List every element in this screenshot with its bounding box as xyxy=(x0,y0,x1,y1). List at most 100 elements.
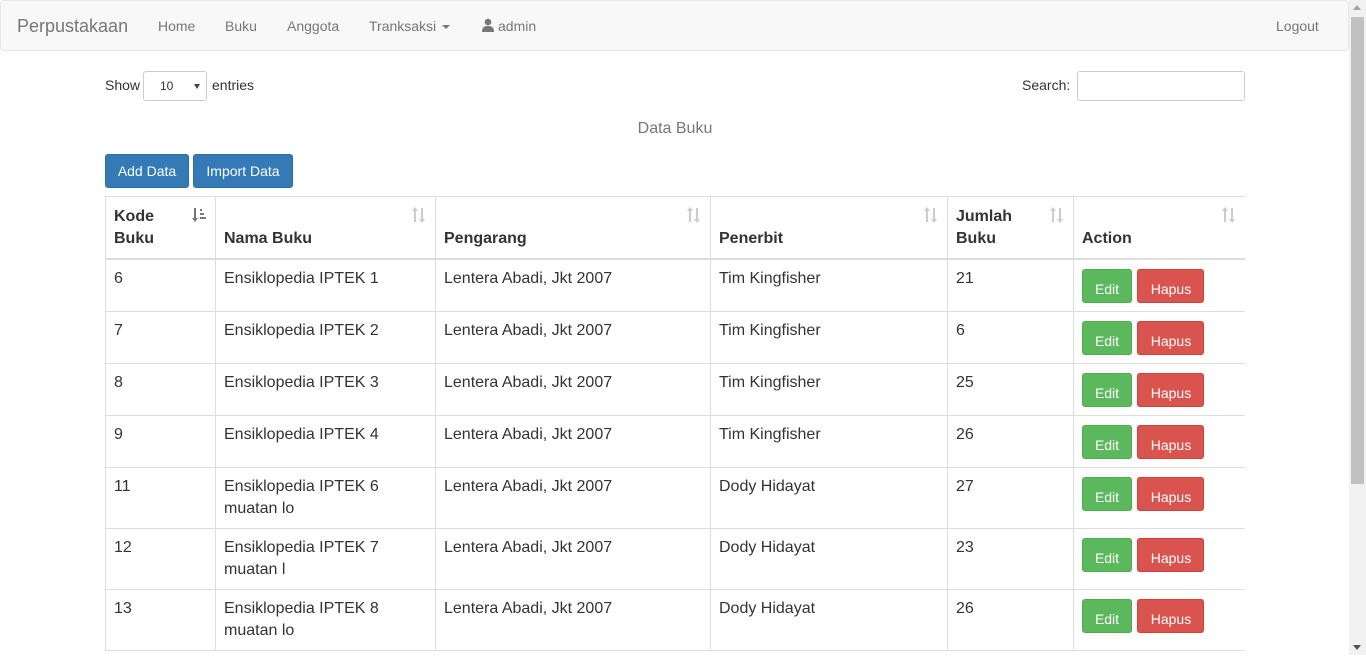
cell-pengarang: Lentera Abadi, Jkt 2007 xyxy=(435,414,711,468)
table-header-row: Kode Buku Nama Buku Pengarang Penerbit J… xyxy=(105,196,1245,260)
th-nama-buku[interactable]: Nama Buku xyxy=(215,196,436,260)
cell-kode: 8 xyxy=(105,362,216,416)
search-label: Search: xyxy=(1022,77,1071,93)
scroll-thumb[interactable] xyxy=(1351,17,1364,484)
cell-jumlah: 25 xyxy=(947,362,1074,416)
cell-nama: Ensiklopedia IPTEK 2 xyxy=(215,310,436,364)
cell-penerbit: Tim Kingfisher xyxy=(710,362,948,416)
entries-label: entries xyxy=(212,77,255,93)
edit-button[interactable]: Edit xyxy=(1082,320,1132,355)
sort-both-icon xyxy=(1050,207,1063,223)
th-jumlah-buku[interactable]: Jumlah Buku xyxy=(947,196,1074,260)
delete-button[interactable]: Hapus xyxy=(1137,320,1205,355)
table-row: 6 Ensiklopedia IPTEK 1 Lentera Abadi, Jkt … xyxy=(105,258,1245,312)
nav-user-label: admin xyxy=(498,18,537,34)
data-table-wrapper: Kode Buku Nama Buku Pengarang Penerbit J… xyxy=(105,196,1245,666)
cell-penerbit: Dody Hidayat xyxy=(710,527,948,590)
cell-action: Edit Hapus xyxy=(1073,588,1245,651)
search-input[interactable] xyxy=(1077,71,1245,101)
edit-button[interactable]: Edit xyxy=(1082,598,1132,633)
cell-pengarang: Lentera Abadi, Jkt 2007 xyxy=(435,258,711,312)
sort-asc-icon xyxy=(192,208,206,222)
scroll-up-arrow-icon[interactable] xyxy=(1353,5,1361,10)
cell-penerbit: Tim Kingfisher xyxy=(710,258,948,312)
cell-action: Edit Hapus xyxy=(1073,466,1245,529)
page-size-value: 10 xyxy=(160,79,174,93)
edit-button[interactable]: Edit xyxy=(1082,372,1132,407)
table-row: 13 Ensiklopedia IPTEK 8 muatan lo Lentera … xyxy=(105,588,1245,651)
cell-action: Edit Hapus xyxy=(1073,527,1245,590)
sort-both-icon xyxy=(687,207,700,223)
sort-both-icon xyxy=(924,207,937,223)
th-nama-buku-label: Nama Buku xyxy=(224,229,313,247)
cell-pengarang: Lentera Abadi, Jkt 2007 xyxy=(435,527,711,590)
logout-link[interactable]: Logout xyxy=(1276,18,1319,34)
edit-button[interactable]: Edit xyxy=(1082,476,1132,511)
nav-item-anggota[interactable]: Anggota xyxy=(287,18,339,34)
cell-kode: 6 xyxy=(105,258,216,312)
table-row: 9 Ensiklopedia IPTEK 4 Lentera Abadi, Jkt … xyxy=(105,414,1245,468)
table-caption: Data Buku xyxy=(637,120,713,137)
nav-item-transaksi-label: Tranksaksi xyxy=(369,18,437,34)
cell-nama: Ensiklopedia IPTEK 6 muatan lo xyxy=(215,466,436,529)
data-table: Kode Buku Nama Buku Pengarang Penerbit J… xyxy=(105,196,1245,651)
cell-jumlah: 23 xyxy=(947,527,1074,590)
cell-pengarang: Lentera Abadi, Jkt 2007 xyxy=(435,588,711,651)
delete-button[interactable]: Hapus xyxy=(1137,372,1205,407)
cell-kode: 11 xyxy=(105,466,216,529)
th-pengarang[interactable]: Pengarang xyxy=(435,196,711,260)
caret-down-icon xyxy=(442,25,451,30)
th-jumlah-buku-label: Jumlah Buku xyxy=(956,207,1013,247)
cell-jumlah: 26 xyxy=(947,414,1074,468)
cell-jumlah: 21 xyxy=(947,258,1074,312)
table-body: 6 Ensiklopedia IPTEK 1 Lentera Abadi, Jkt … xyxy=(105,258,1245,651)
delete-button[interactable]: Hapus xyxy=(1137,268,1205,303)
delete-button[interactable]: Hapus xyxy=(1137,598,1205,633)
show-label: Show xyxy=(105,77,141,93)
page-size-select[interactable]: 10 xyxy=(143,71,207,101)
th-penerbit-label: Penerbit xyxy=(719,229,784,247)
sort-both-icon xyxy=(412,207,425,223)
cell-penerbit: Dody Hidayat xyxy=(710,588,948,651)
nav-item-buku[interactable]: Buku xyxy=(225,18,257,34)
navbar-brand[interactable]: Perpustakaan xyxy=(17,16,128,37)
cell-jumlah: 6 xyxy=(947,310,1074,364)
select-arrow-icon xyxy=(194,84,200,89)
th-action[interactable]: Action xyxy=(1073,196,1245,260)
delete-button[interactable]: Hapus xyxy=(1137,424,1205,459)
th-kode-buku[interactable]: Kode Buku xyxy=(105,196,216,260)
user-icon xyxy=(482,18,494,32)
cell-jumlah: 26 xyxy=(947,588,1074,651)
delete-button[interactable]: Hapus xyxy=(1137,537,1205,572)
edit-button[interactable]: Edit xyxy=(1082,424,1132,459)
navbar: Perpustakaan Home Buku Anggota Tranksaks… xyxy=(0,0,1349,51)
sort-both-icon xyxy=(1222,207,1235,223)
th-penerbit[interactable]: Penerbit xyxy=(710,196,948,260)
nav-item-user[interactable]: admin xyxy=(481,18,536,34)
cell-nama: Ensiklopedia IPTEK 1 xyxy=(215,258,436,312)
cell-pengarang: Lentera Abadi, Jkt 2007 xyxy=(435,362,711,416)
cell-action: Edit Hapus xyxy=(1073,258,1245,312)
cell-nama: Ensiklopedia IPTEK 7 muatan l xyxy=(215,527,436,590)
edit-button[interactable]: Edit xyxy=(1082,537,1132,572)
nav-item-home[interactable]: Home xyxy=(158,18,195,34)
cell-action: Edit Hapus xyxy=(1073,414,1245,468)
table-row: 7 Ensiklopedia IPTEK 2 Lentera Abadi, Jkt … xyxy=(105,310,1245,364)
cell-action: Edit Hapus xyxy=(1073,362,1245,416)
add-data-button[interactable]: Add Data xyxy=(105,154,189,188)
cell-kode: 7 xyxy=(105,310,216,364)
nav-item-transaksi-dropdown[interactable]: Tranksaksi xyxy=(369,18,451,34)
cell-penerbit: Tim Kingfisher xyxy=(710,414,948,468)
page-scrollbar[interactable] xyxy=(1349,0,1366,655)
import-data-button[interactable]: Import Data xyxy=(193,154,293,188)
cell-kode: 12 xyxy=(105,527,216,590)
cell-kode: 13 xyxy=(105,588,216,651)
delete-button[interactable]: Hapus xyxy=(1137,476,1205,511)
scroll-down-arrow-icon[interactable] xyxy=(1353,645,1361,650)
th-pengarang-label: Pengarang xyxy=(444,229,527,247)
cell-pengarang: Lentera Abadi, Jkt 2007 xyxy=(435,466,711,529)
th-kode-buku-label: Kode Buku xyxy=(114,207,154,247)
edit-button[interactable]: Edit xyxy=(1082,268,1132,303)
cell-nama: Ensiklopedia IPTEK 8 muatan lo xyxy=(215,588,436,651)
cell-nama: Ensiklopedia IPTEK 4 xyxy=(215,414,436,468)
